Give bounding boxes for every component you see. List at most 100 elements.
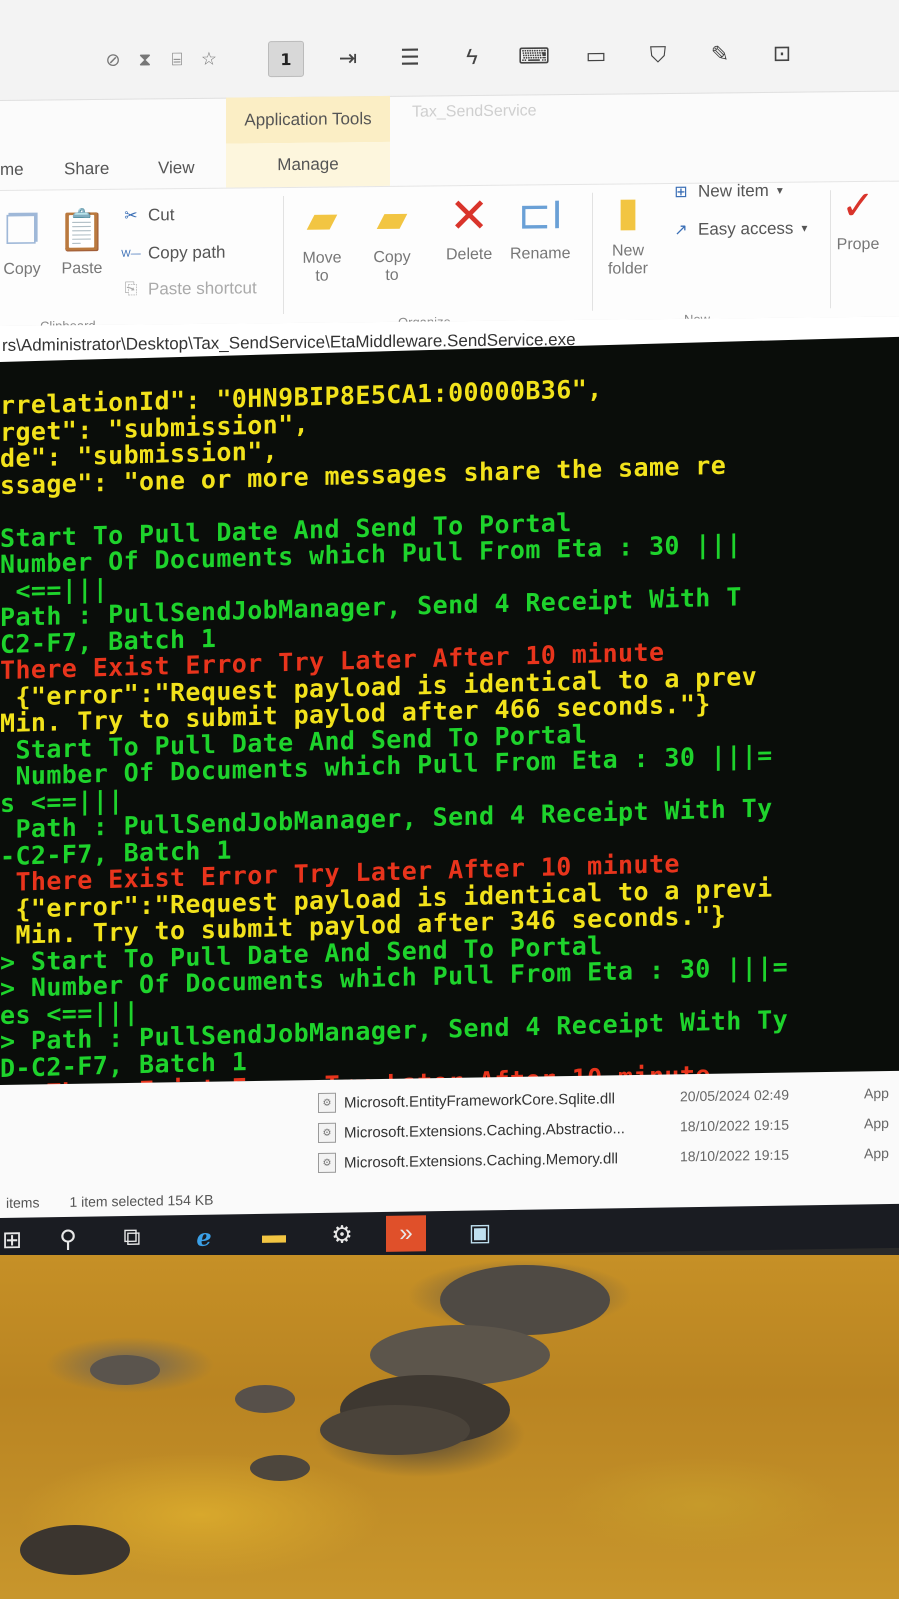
status-selection: 1 item selected 154 KB (69, 1191, 214, 1210)
file-explorer-ribbon: ⊘ ⧗ ⌸ ☆ 1 ⇥ ☰ ϟ ⌨ ▭ ⛉ ✎ ⊡ Application To… (0, 0, 899, 370)
new-folder-button[interactable]: ▮ New folder (606, 190, 650, 278)
new-folder-label: New (611, 242, 644, 260)
rename-button[interactable]: ⊏I Rename (510, 193, 570, 264)
monitor-icon[interactable]: ▭ (578, 38, 614, 74)
tab-home[interactable]: me (0, 160, 24, 180)
wallpaper-rock (20, 1525, 130, 1575)
file-date: 18/10/2022 19:15 (680, 1146, 789, 1165)
copy-icon: ❐ (4, 208, 40, 253)
pen-icon[interactable]: ✎ (702, 36, 738, 72)
message-icon[interactable]: ☰ (392, 40, 428, 76)
status-bar: items 1 item selected 154 KB (6, 1192, 213, 1211)
shield-icon[interactable]: ⛉ (640, 37, 676, 73)
path-icon: W— (121, 248, 141, 260)
file-date: 20/05/2024 02:49 (680, 1086, 789, 1105)
internet-explorer-icon[interactable]: e (182, 1218, 226, 1255)
workspace-one-button[interactable]: 1 (268, 40, 304, 78)
dropdown-arrow-icon: ▼ (799, 223, 810, 235)
move-to-label-2: to (315, 267, 329, 285)
delete-label: Delete (446, 245, 493, 264)
folder-move-icon: ▰ (306, 197, 338, 242)
file-name: Microsoft.Extensions.Caching.Memory.dll (344, 1149, 618, 1172)
wallpaper-rock (90, 1355, 160, 1385)
file-name: Microsoft.EntityFrameworkCore.Sqlite.dll (344, 1089, 615, 1112)
console-line: Path : PullSendJobManager, Send 4 Receip… (0, 582, 742, 632)
delete-button[interactable]: ✕ Delete (446, 190, 493, 264)
new-folder-label-2: folder (607, 260, 649, 278)
cut-button[interactable]: ✂ Cut (120, 205, 174, 226)
divider (592, 192, 593, 311)
easy-access-icon: ↗ (674, 221, 688, 239)
paste-shortcut-label: Paste shortcut (148, 278, 257, 299)
keyboard-icon[interactable]: ⌨ (516, 38, 552, 74)
dropdown-arrow-icon: ▼ (774, 185, 785, 197)
file-name: Microsoft.Extensions.Caching.Abstractio.… (344, 1119, 625, 1142)
lightning-icon[interactable]: ϟ (454, 39, 490, 75)
presentation-icon[interactable]: ⊡ (764, 36, 800, 72)
rename-icon: ⊏I (517, 193, 563, 238)
properties-button[interactable]: ✓ Prope (836, 184, 880, 254)
application-tools-context-tab[interactable]: Application Tools (226, 95, 390, 144)
sign-in-icon[interactable]: ⇥ (330, 40, 366, 76)
file-date: 18/10/2022 19:15 (680, 1116, 789, 1135)
move-to-label: Move (302, 249, 342, 267)
easy-access-button[interactable]: ↗ Easy access ▼ (670, 219, 809, 240)
status-item-count: items (6, 1194, 40, 1211)
settings-gear-icon[interactable]: ⚙ (320, 1216, 364, 1253)
workspace-number: 1 (280, 49, 292, 69)
cut-label: Cut (148, 205, 175, 225)
taskbar-toolbar: 1 ⇥ ☰ ϟ ⌨ ▭ ⛉ ✎ ⊡ (268, 36, 800, 78)
wallpaper-rock (235, 1385, 295, 1413)
tab-share[interactable]: Share (64, 159, 109, 179)
desktop-wallpaper (0, 1255, 899, 1599)
task-view-icon[interactable]: ⧉ (110, 1220, 154, 1257)
file-row[interactable]: ⚙ Microsoft.EntityFrameworkCore.Sqlite.d… (318, 1085, 615, 1116)
window-title: Tax_SendService (412, 102, 537, 121)
copy-path-button[interactable]: W— Copy path (120, 243, 225, 264)
file-list: ⚙ Microsoft.EntityFrameworkCore.Sqlite.d… (0, 1070, 899, 1225)
start-windows-icon[interactable]: ⊞ (0, 1221, 34, 1258)
file-type: App (864, 1085, 889, 1102)
file-type: App (864, 1145, 889, 1162)
hourglass-icon[interactable]: ⧗ (132, 46, 158, 72)
tab-manage[interactable]: Manage (226, 141, 390, 188)
copy-button[interactable]: ❐ Copy (0, 209, 44, 279)
folder-copy-icon: ▰ (376, 196, 408, 242)
file-row[interactable]: ⚙ Microsoft.Extensions.Caching.Memory.dl… (318, 1145, 618, 1176)
file-explorer-icon[interactable]: ▬ (252, 1217, 296, 1254)
console-window[interactable]: rrelationId": "0HN9BIP8E5CA1:00000B36", r… (0, 336, 899, 1107)
database-icon[interactable]: ⌸ (164, 46, 190, 72)
properties-label: Prope (836, 235, 880, 254)
paste-button[interactable]: 📋 Paste (57, 208, 107, 278)
remote-app-icon[interactable]: » (386, 1215, 426, 1252)
new-folder-icon: ▮ (616, 190, 639, 235)
copy-to-button[interactable]: ▰ Copy to (370, 197, 414, 285)
copy-to-label-2: to (385, 266, 399, 284)
shortcut-icon: ⎘ (124, 280, 138, 298)
new-item-button[interactable]: ⊞ New item ▼ (670, 180, 785, 202)
file-type: App (864, 1115, 889, 1132)
new-item-icon: ⊞ (674, 183, 688, 201)
display-off-icon[interactable]: ⊘ (100, 47, 126, 73)
wallpaper-rock (250, 1455, 310, 1481)
star-icon[interactable]: ☆ (196, 46, 222, 72)
dll-file-icon: ⚙ (318, 1122, 336, 1144)
console-app-icon[interactable]: ▣ (458, 1214, 502, 1251)
easy-access-label: Easy access (698, 218, 794, 239)
dll-file-icon: ⚙ (318, 1092, 336, 1114)
quick-access-toolbar: ⊘ ⧗ ⌸ ☆ 1 ⇥ ☰ ϟ ⌨ ▭ ⛉ ✎ ⊡ (0, 0, 899, 101)
search-icon[interactable]: ⚲ (46, 1221, 90, 1258)
new-item-label: New item (698, 180, 769, 201)
tab-view[interactable]: View (158, 158, 195, 178)
clipboard-icon: 📋 (57, 208, 107, 253)
dll-file-icon: ⚙ (318, 1152, 336, 1174)
ribbon-body: ❐ Copy 📋 Paste ✂ Cut W— Copy path ⎘ Past… (0, 180, 899, 334)
copy-label: Copy (3, 260, 41, 278)
divider (283, 196, 284, 315)
move-to-button[interactable]: ▰ Move to (300, 197, 344, 285)
paste-shortcut-button[interactable]: ⎘ Paste shortcut (120, 278, 257, 299)
copy-to-label: Copy (373, 248, 411, 267)
file-row[interactable]: ⚙ Microsoft.Extensions.Caching.Abstracti… (318, 1115, 625, 1146)
divider (830, 190, 831, 309)
wallpaper-rock (320, 1405, 470, 1455)
